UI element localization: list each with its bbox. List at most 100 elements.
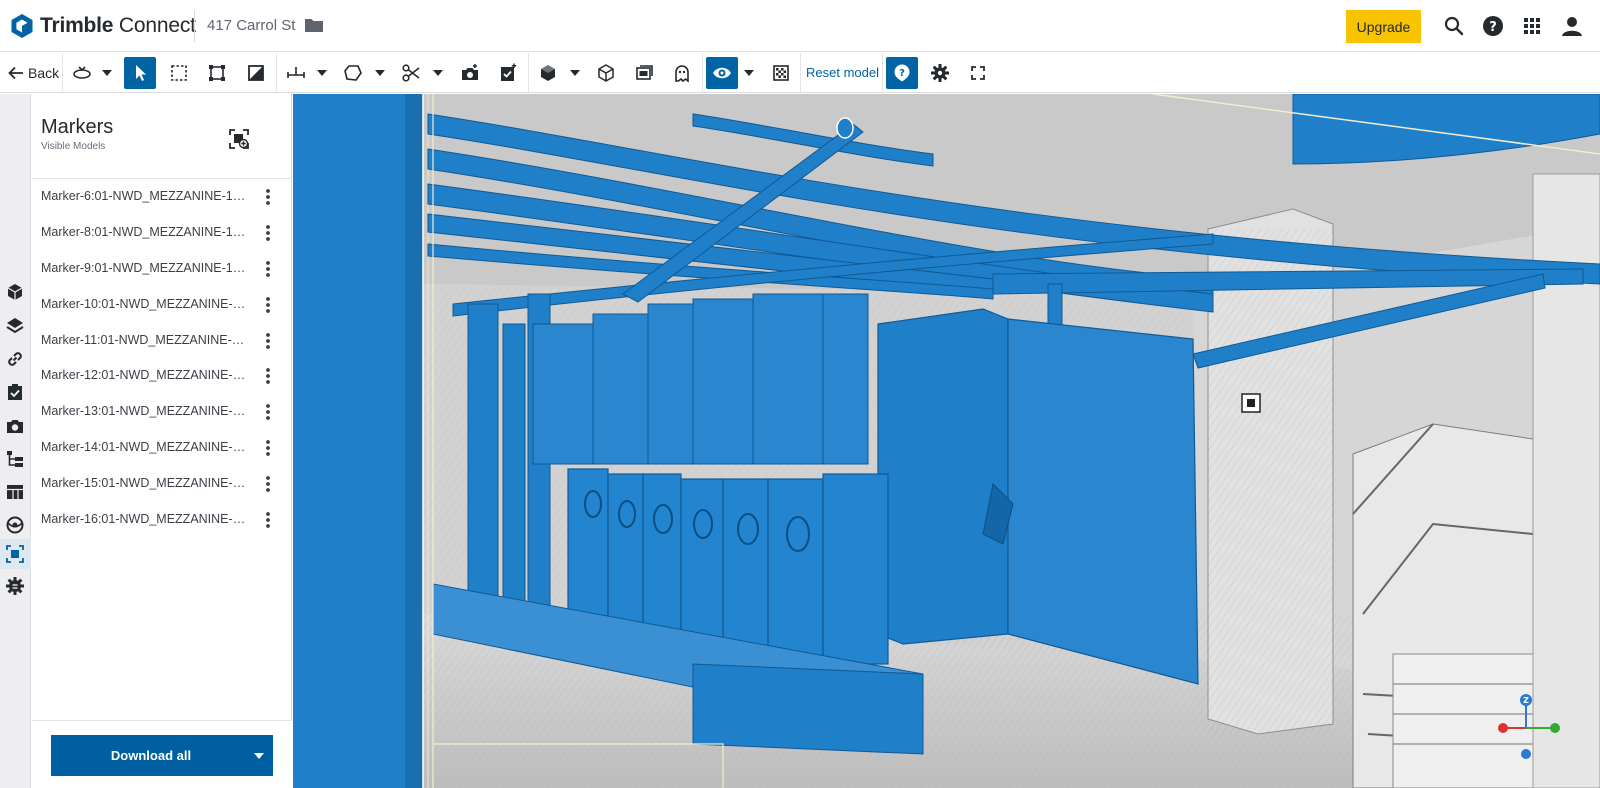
- add-todo-button[interactable]: [492, 57, 524, 89]
- ghost-icon: [675, 65, 689, 83]
- marker-list-item[interactable]: Marker-9:01-NWD_MEZZANINE-1ST FLOOR: [32, 251, 292, 287]
- section-tool-button[interactable]: [395, 57, 427, 89]
- toolbar-divider: [882, 53, 883, 93]
- more-vertical-icon[interactable]: [264, 439, 272, 457]
- fullscreen-icon: [971, 66, 985, 80]
- left-icon-rail: [0, 94, 31, 788]
- polygon-icon: [344, 65, 362, 81]
- marker-name: Marker-15:01-NWD_MEZZANINE-1ST FLOOR: [41, 476, 251, 491]
- download-all-button[interactable]: Download all: [51, 735, 273, 776]
- render-mode-button[interactable]: [765, 57, 797, 89]
- measure-button[interactable]: [280, 57, 312, 89]
- app-header: Trimble Connect 417 Carrol St Upgrade ?: [0, 0, 1600, 52]
- orbit-dropdown[interactable]: [100, 57, 114, 89]
- marker-list-item[interactable]: Marker-11:01-NWD_MEZZANINE-1ST FLOOR: [32, 323, 292, 359]
- cube-icon: [541, 65, 555, 81]
- toolbar-divider: [528, 53, 529, 93]
- more-vertical-icon[interactable]: [264, 403, 272, 421]
- orbit-button[interactable]: [66, 57, 98, 89]
- link-icon[interactable]: [5, 349, 25, 369]
- help-mode-button[interactable]: ?: [886, 57, 918, 89]
- marker-list-item[interactable]: Marker-12:01-NWD_MEZZANINE-1ST FLOOR: [32, 358, 292, 394]
- visibility-button[interactable]: [706, 57, 738, 89]
- marker-name: Marker-10:01-NWD_MEZZANINE-1ST FLOOR: [41, 296, 251, 311]
- measure-dropdown[interactable]: [315, 57, 329, 89]
- trimble-logo-icon[interactable]: [10, 13, 34, 39]
- camera-plus-icon: [462, 64, 478, 80]
- scissors-icon: [402, 64, 420, 82]
- more-vertical-icon[interactable]: [264, 188, 272, 206]
- cube-outline-icon: [598, 64, 614, 82]
- upgrade-button[interactable]: Upgrade: [1346, 10, 1421, 43]
- apps-grid-icon[interactable]: [1520, 14, 1544, 38]
- snapshot-button[interactable]: [454, 57, 486, 89]
- caret-down-icon: [375, 70, 385, 76]
- stacked-views-icon: [636, 65, 653, 80]
- dashed-box-icon: [171, 65, 187, 81]
- folder-icon[interactable]: [304, 16, 324, 34]
- ghost-button[interactable]: [666, 57, 698, 89]
- tree-icon[interactable]: [5, 449, 25, 469]
- trimble-icon[interactable]: [5, 515, 25, 535]
- debug-icon[interactable]: [5, 576, 25, 596]
- reset-model-button[interactable]: Reset model: [806, 65, 879, 80]
- back-button[interactable]: Back: [8, 57, 59, 89]
- more-vertical-icon[interactable]: [264, 475, 272, 493]
- marker-list-item[interactable]: Marker-10:01-NWD_MEZZANINE-1ST FLOOR: [32, 287, 292, 323]
- svg-text:?: ?: [899, 68, 905, 79]
- section-dropdown[interactable]: [431, 57, 445, 89]
- toolbar-divider: [276, 53, 277, 93]
- caret-down-icon[interactable]: [254, 753, 264, 759]
- add-marker-icon[interactable]: [228, 128, 250, 150]
- marker-list-item[interactable]: Marker-8:01-NWD_MEZZANINE-1ST FLOOR: [32, 215, 292, 251]
- marker-name: Marker-11:01-NWD_MEZZANINE-1ST FLOOR: [41, 332, 251, 347]
- marker-list-item[interactable]: Marker-16:01-NWD_MEZZANINE-1ST FLOOR: [32, 502, 292, 538]
- more-vertical-icon[interactable]: [264, 511, 272, 529]
- select-tool-button[interactable]: [124, 57, 156, 89]
- visibility-dropdown[interactable]: [742, 57, 756, 89]
- fullscreen-button[interactable]: [962, 57, 994, 89]
- marker-name: Marker-16:01-NWD_MEZZANINE-1ST FLOOR: [41, 512, 251, 527]
- caret-down-icon: [570, 70, 580, 76]
- svg-text:?: ?: [1489, 20, 1497, 35]
- table-icon[interactable]: [5, 482, 25, 502]
- more-vertical-icon[interactable]: [264, 296, 272, 314]
- marker-list-item[interactable]: Marker-15:01-NWD_MEZZANINE-1ST FLOOR: [32, 466, 292, 502]
- layers-icon[interactable]: [5, 316, 25, 336]
- views-button[interactable]: [628, 57, 660, 89]
- models-icon[interactable]: [5, 282, 25, 302]
- header-divider: [194, 10, 195, 42]
- back-label: Back: [28, 65, 60, 81]
- more-vertical-icon[interactable]: [264, 260, 272, 278]
- fit-selection-button[interactable]: [201, 57, 233, 89]
- marker-list-item[interactable]: Marker-13:01-NWD_MEZZANINE-1ST FLOOR: [32, 394, 292, 430]
- more-vertical-icon[interactable]: [264, 332, 272, 350]
- settings-button[interactable]: [924, 57, 956, 89]
- marker-name: Marker-13:01-NWD_MEZZANINE-1ST FLOOR: [41, 404, 251, 419]
- camera-icon[interactable]: [5, 416, 25, 436]
- box-select-button[interactable]: [163, 57, 195, 89]
- markup-dropdown[interactable]: [373, 57, 387, 89]
- viewer-toolbar: Back Reset model ?: [0, 53, 1600, 93]
- marker-list-item[interactable]: Marker-14:01-NWD_MEZZANINE-1ST FLOOR: [32, 430, 292, 466]
- box-view-button[interactable]: [590, 57, 622, 89]
- project-name[interactable]: 417 Carrol St: [207, 17, 295, 34]
- arrow-left-icon: [8, 66, 23, 80]
- marker-name: Marker-6:01-NWD_MEZZANINE-1ST FLOOR: [41, 189, 251, 203]
- isolate-button[interactable]: [240, 57, 272, 89]
- 3d-viewport[interactable]: Z: [293, 94, 1600, 788]
- model-scene[interactable]: Z: [293, 94, 1600, 788]
- view-dropdown[interactable]: [568, 57, 582, 89]
- search-icon[interactable]: [1442, 14, 1466, 38]
- app-brand: Trimble Connect: [40, 14, 196, 37]
- markup-shape-button[interactable]: [337, 57, 369, 89]
- help-icon[interactable]: ?: [1481, 14, 1505, 38]
- more-vertical-icon[interactable]: [264, 367, 272, 385]
- user-icon[interactable]: [1560, 14, 1584, 38]
- markers-icon[interactable]: [5, 544, 25, 564]
- caret-down-icon: [744, 70, 754, 76]
- more-vertical-icon[interactable]: [264, 224, 272, 242]
- todo-icon[interactable]: [5, 382, 25, 402]
- marker-list-item[interactable]: Marker-6:01-NWD_MEZZANINE-1ST FLOOR: [32, 179, 292, 215]
- view-cube-button[interactable]: [532, 57, 564, 89]
